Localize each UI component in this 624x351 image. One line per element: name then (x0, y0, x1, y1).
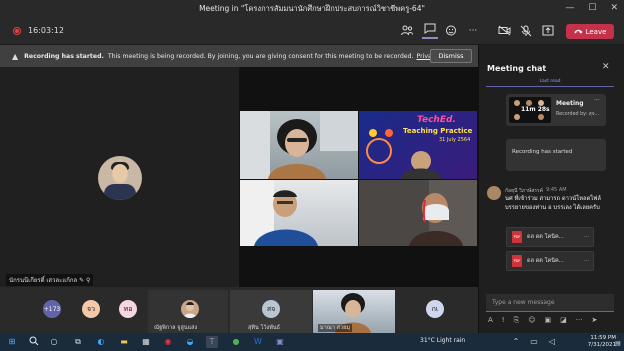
participant-avatar[interactable]: กเ (426, 300, 444, 318)
speaker-name: นักรนนีเกียรติ์ เสวละแก้กล ✎ ⚲ (6, 274, 94, 286)
banner-text: This meeting is being recorded. By joini… (107, 52, 414, 60)
teams-meeting-icon[interactable]: ▣ (274, 336, 286, 348)
leave-button[interactable]: Leave (566, 24, 614, 39)
network-icon[interactable]: ▭ (528, 336, 540, 348)
close-icon[interactable]: ✕ (602, 62, 610, 72)
video-tile-3[interactable] (240, 180, 358, 246)
sender-avatar (487, 186, 501, 200)
file-name: ดล ดต โคนิค... (527, 234, 564, 240)
recording-thumbnail: 11m 28s (509, 97, 551, 123)
message-text: นศ ที่เข้าร่วม สามารถ ดาวน์โหลดไฟล์ บรรย… (505, 196, 601, 211)
store-icon[interactable]: ▦ (140, 336, 152, 348)
message-input[interactable]: Type a new message (486, 294, 614, 312)
more-icon[interactable]: ··· (466, 25, 480, 37)
participant-avatar[interactable] (181, 300, 199, 318)
participant-avatar[interactable]: จว (82, 300, 100, 318)
chat-title: Meeting chat (487, 64, 547, 73)
video-grid: TechEd. Teaching Practice 31 July 2564 (239, 67, 478, 287)
line-icon[interactable]: ● (230, 336, 242, 348)
taskbar-clock[interactable]: 11:59 PM 7/31/2021 (576, 335, 616, 349)
last-read-divider: Last read (486, 79, 614, 87)
more-participants-button[interactable]: +173 (43, 300, 61, 318)
meeting-card-title: Meeting (556, 100, 584, 107)
tile-2-date: 31 July 2564 (439, 137, 471, 143)
share-icon[interactable] (541, 25, 555, 37)
more-icon[interactable]: ··· (584, 258, 589, 264)
format-icon[interactable]: A (488, 316, 493, 326)
word-icon[interactable]: W (252, 336, 264, 348)
tile-2-title: Teaching Practice (403, 127, 473, 135)
close-window-button[interactable]: ✕ (610, 3, 618, 13)
video-tile-4[interactable] (359, 180, 477, 246)
reactions-icon[interactable] (444, 25, 458, 37)
compose-toolbar: A ! ⎘ ☺ ▣ ◪ ··· ➤ (488, 316, 614, 326)
minimize-button[interactable]: — (565, 3, 574, 13)
file-attachment[interactable]: PDF ดล ดต โคนิค... ··· (506, 227, 594, 247)
attach-icon[interactable]: ⎘ (514, 316, 520, 326)
more-icon[interactable]: ··· (576, 316, 583, 326)
window-title: Meeting in "โครงการสัมมนานักศึกษาฝึกประส… (199, 4, 425, 13)
sticker-icon[interactable]: ◪ (560, 316, 567, 326)
priority-icon[interactable]: ! (502, 316, 505, 326)
system-tray-icon[interactable]: ⌃ (510, 336, 522, 348)
file-name: ดล ดต โคนิค... (527, 258, 564, 264)
browser-icon[interactable]: ◒ (184, 336, 196, 348)
maximize-button[interactable]: ☐ (588, 3, 596, 13)
chrome-icon[interactable]: ◉ (162, 336, 174, 348)
message-sender: กัลยุนี วิภาษ์สรรค์ (505, 188, 544, 194)
file-attachment[interactable]: PDF ดล ดต โคนิค... ··· (506, 251, 594, 271)
participant-name: ณัฐพิกาล จูสูนแสง (154, 325, 198, 331)
mic-off-icon: ✎ ⚲ (79, 277, 91, 284)
recording-started-text: Recording has started (512, 149, 573, 155)
banner-title: Recording has started. (24, 52, 104, 60)
more-icon[interactable]: ··· (584, 234, 589, 240)
pdf-icon: PDF (512, 231, 522, 243)
pdf-icon: PDF (512, 255, 522, 267)
speaker-name-text: นักรนนีเกียรติ์ เสวละแก้กล (9, 277, 78, 284)
participant-name: สุทิน โว้งพันธ์ (248, 325, 280, 331)
recording-indicator-icon (13, 27, 21, 35)
weather-widget[interactable]: 31°C Light rain (420, 337, 465, 344)
windows-start-icon[interactable]: ⊞ (6, 336, 18, 348)
edge-icon[interactable]: ◐ (95, 336, 107, 348)
clock-date: 7/31/2021 (587, 342, 616, 348)
gif-icon[interactable]: ▣ (545, 316, 552, 326)
meeting-recording-card[interactable]: 11m 28s Meeting Recorded by: สุจ... ··· (506, 94, 606, 126)
meeting-timer: 16:03:12 (28, 26, 64, 35)
clock-time: 11:59 PM (590, 335, 616, 341)
volume-icon[interactable]: ◁ (546, 336, 558, 348)
window-title-bar: Meeting in "โครงการสัมมนานักศึกษาฝึกประส… (0, 0, 624, 18)
send-icon[interactable]: ➤ (591, 316, 597, 326)
camera-off-icon[interactable] (497, 25, 511, 37)
participant-avatar[interactable]: สจ (262, 300, 280, 318)
notifications-icon[interactable]: ▤ (612, 338, 624, 350)
leave-label: Leave (585, 27, 607, 36)
speaker-avatar (98, 156, 142, 200)
warning-icon: ▲ (12, 51, 19, 61)
emoji-icon[interactable]: ☺ (528, 316, 535, 326)
message-time: 9:45 AM (546, 187, 567, 193)
recording-duration: 11m 28s (521, 106, 550, 113)
chat-icon[interactable] (422, 23, 438, 39)
recording-banner: ▲ Recording has started. This meeting is… (0, 45, 478, 67)
dismiss-button[interactable]: Dismiss (430, 49, 472, 63)
mic-off-icon[interactable] (519, 25, 533, 37)
teams-icon[interactable]: T (206, 336, 218, 348)
meeting-card-subtitle: Recorded by: สุจ... (556, 112, 600, 117)
people-icon[interactable] (400, 25, 414, 37)
participant-avatar[interactable]: ทอ (119, 300, 137, 318)
recording-started-card: Recording has started (506, 139, 606, 171)
tile-2-banner: TechEd. (417, 115, 456, 125)
cortana-icon[interactable]: ○ (48, 336, 60, 348)
participant-name: มาณา สวยมุ (318, 324, 352, 332)
phone-hangup-icon (574, 29, 583, 34)
video-tile-2[interactable]: TechEd. Teaching Practice 31 July 2564 (359, 111, 477, 179)
more-icon[interactable]: ··· (594, 97, 600, 104)
task-view-icon[interactable]: ⧉ (72, 336, 84, 348)
search-icon[interactable] (28, 336, 40, 348)
video-tile-1[interactable] (240, 111, 358, 179)
file-explorer-icon[interactable]: ▬ (118, 336, 130, 348)
